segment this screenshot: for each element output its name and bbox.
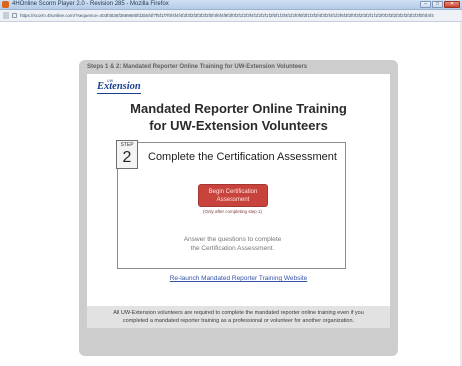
- answer-instructions: Answer the questions to complete the Cer…: [118, 235, 347, 253]
- answer-line2: the Certification Assessment.: [190, 245, 275, 252]
- step-number: 2: [122, 149, 132, 166]
- uw-extension-logo: UW Extension: [97, 79, 141, 97]
- lock-icon[interactable]: [12, 13, 17, 18]
- begin-note: (Only after completing step 1): [202, 209, 263, 214]
- step-label: STEP: [120, 142, 134, 148]
- begin-assessment-button[interactable]: Begin Certification Assessment: [198, 184, 268, 207]
- step-box: STEP 2 Complete the Certification Assess…: [116, 140, 347, 269]
- notice-line1: All UW-Extension volunteers are required…: [113, 310, 364, 316]
- begin-button-line2: Assessment: [216, 197, 250, 203]
- url-field[interactable]: https://scorm.4honline.com/?sequence=403…: [20, 12, 458, 19]
- panel-header: Steps 1 & 2: Mandated Reporter Online Tr…: [87, 64, 308, 70]
- page-viewport: Steps 1 & 2: Mandated Reporter Online Tr…: [0, 22, 462, 366]
- window-titlebar: 4HOnline Scorm Player 2.0 - Revision 285…: [0, 0, 462, 10]
- page-icon: [3, 12, 9, 19]
- minimize-button[interactable]: –: [420, 1, 431, 8]
- begin-button-line1: Begin Certification: [208, 189, 258, 195]
- volunteer-notice: All UW-Extension volunteers are required…: [87, 306, 390, 328]
- logo-underline: [97, 93, 141, 94]
- relaunch-training-link[interactable]: Re-launch Mandated Reporter Training Web…: [87, 275, 390, 282]
- step-title: Complete the Certification Assessment: [148, 151, 337, 163]
- maximize-button[interactable]: □: [432, 1, 443, 8]
- logo-main-text: Extension: [97, 81, 141, 92]
- page-title-line2: for UW-Extension Volunteers: [149, 118, 328, 133]
- training-panel: Steps 1 & 2: Mandated Reporter Online Tr…: [79, 60, 398, 356]
- firefox-icon: [2, 1, 9, 8]
- window-title: 4HOnline Scorm Player 2.0 - Revision 285…: [12, 1, 169, 7]
- content-card: UW Extension Mandated Reporter Online Tr…: [87, 74, 390, 306]
- answer-line1: Answer the questions to complete: [183, 236, 282, 243]
- close-button[interactable]: ✕: [444, 1, 460, 8]
- step-badge: STEP 2: [116, 140, 138, 169]
- page-title-line1: Mandated Reporter Online Training: [130, 101, 347, 116]
- page-title: Mandated Reporter Online Training for UW…: [87, 100, 390, 134]
- address-bar[interactable]: https://scorm.4honline.com/?sequence=403…: [0, 10, 462, 22]
- notice-line2: completed a mandated reporter training a…: [122, 318, 355, 324]
- window-controls: – □ ✕: [420, 1, 460, 8]
